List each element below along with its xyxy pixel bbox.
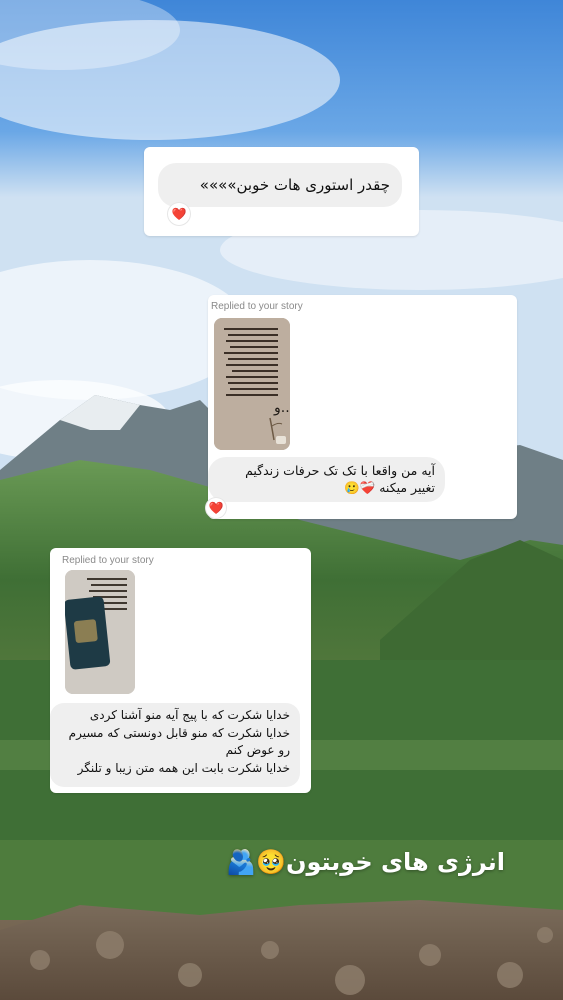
- message-line: خدایا شکرت که منو قابل دونستی که مسیرم ر…: [68, 725, 290, 758]
- message-bubble[interactable]: خدایا شکرت که با پیج آیه منو آشنا کردی خ…: [50, 703, 300, 787]
- replied-label: Replied to your story: [62, 555, 154, 566]
- message-card-1: چقدر استوری هات خوبن»»»» ❤️: [144, 147, 419, 236]
- message-line: خدایا شکرت بابت این همه متن زیبا و تلنگر: [77, 760, 290, 775]
- message-bubble[interactable]: چقدر استوری هات خوبن»»»»: [158, 163, 402, 207]
- story-preview-image: و...: [214, 318, 290, 450]
- heart-icon: ❤️: [171, 207, 187, 221]
- message-bubble[interactable]: آیه من واقعا با تک تک حرفات زندگیم تغییر…: [208, 457, 445, 502]
- replied-label: Replied to your story: [211, 301, 303, 312]
- story-caption: انرژی های خوبتون🥹🫂: [226, 848, 505, 876]
- story-preview-image: [65, 570, 135, 694]
- svg-text:و...: و...: [273, 400, 290, 416]
- heart-icon: ❤️: [208, 501, 224, 515]
- story-thumbnail[interactable]: [65, 570, 135, 694]
- reaction-heart[interactable]: ❤️: [168, 203, 190, 225]
- story-background: چقدر استوری هات خوبن»»»» ❤️ Replied to y…: [0, 0, 563, 1000]
- story-thumbnail[interactable]: و...: [214, 318, 290, 450]
- message-text: چقدر استوری هات خوبن»»»»: [199, 176, 390, 194]
- message-card-2: Replied to your story و... آیه من واق: [206, 295, 517, 519]
- reaction-heart[interactable]: ❤️: [206, 498, 226, 518]
- message-text: آیه من واقعا با تک تک حرفات زندگیم تغییر…: [245, 463, 435, 495]
- message-card-3: Replied to your story خدایا شکرت که با پ…: [50, 548, 311, 793]
- message-line: خدایا شکرت که با پیج آیه منو آشنا کردی: [89, 708, 290, 722]
